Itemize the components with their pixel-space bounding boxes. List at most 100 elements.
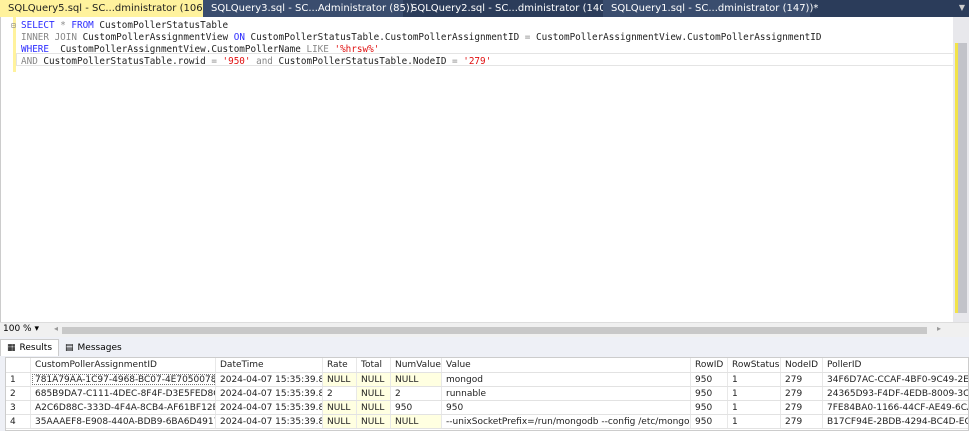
grid-cell[interactable]: B17CF94E-2BDB-4294-BC4D-EC03F0 xyxy=(823,415,968,428)
results-tabs: ▦ Results ▤ Messages xyxy=(0,339,128,356)
grid-cell[interactable]: NULL xyxy=(323,373,357,386)
grid-cell[interactable]: 950 xyxy=(691,415,728,428)
grid-cell[interactable]: 1 xyxy=(728,415,781,428)
table-row[interactable]: 1 781A79AA-1C97-4968-BC07-4E7050078E31 202… xyxy=(6,373,968,387)
table-row[interactable]: 435AAAEF8-E908-440A-BDB9-6BA6D4917214202… xyxy=(6,415,968,429)
vertical-scrollbar[interactable] xyxy=(953,17,969,322)
grid-cell[interactable]: 279 xyxy=(781,373,823,386)
column-header[interactable]: Rate xyxy=(323,358,357,372)
grid-cell[interactable]: 2 xyxy=(6,387,31,400)
grid-cell[interactable]: 950 xyxy=(691,401,728,414)
column-header[interactable] xyxy=(6,358,31,372)
tab-sqlquery3[interactable]: SQLQuery3.sql - SC...Administrator (85)) xyxy=(203,0,414,17)
grid-cell[interactable]: 685B9DA7-C111-4DEC-8F4F-D3E5FED8C175 xyxy=(31,387,216,400)
grid-cell[interactable]: 34F6D7AC-CCAF-4BF0-9C49-2ED195 xyxy=(823,373,968,386)
grid-cell[interactable]: 279 xyxy=(781,415,823,428)
grid-cell[interactable]: 3 xyxy=(6,401,31,414)
grid-cell[interactable]: A2C6D88C-333D-4F4A-8CB4-AF61BF12E84F xyxy=(31,401,216,414)
grid-cell[interactable]: 2024-04-07 15:35:39.890 xyxy=(216,415,323,428)
zoom-select[interactable]: 100 % ▾ xyxy=(3,324,51,334)
tab-sqlquery5[interactable]: SQLQuery5.sql - SC...dministrator (106))… xyxy=(0,0,235,17)
grid-cell[interactable]: --unixSocketPrefix=/run/mongodb --config… xyxy=(442,415,691,428)
code-token: FROM xyxy=(71,20,94,31)
code-line[interactable]: ⊟ SELECT * FROM CustomPollerStatusTable xyxy=(11,20,229,32)
code-token: AND xyxy=(21,56,38,67)
column-header[interactable]: Total xyxy=(357,358,391,372)
scroll-thumb[interactable] xyxy=(955,43,967,313)
code-token: CustomPollerStatusTable.CustomPollerAssi… xyxy=(244,32,525,43)
grid-cell[interactable]: 2 xyxy=(391,387,442,400)
grid-cell[interactable]: mongod xyxy=(442,373,691,386)
grid-cell[interactable]: 2024-04-07 15:35:39.890 xyxy=(216,387,323,400)
code-token: LIKE xyxy=(306,44,335,55)
tab-sqlquery1[interactable]: SQLQuery1.sql - SC...dministrator (147))… xyxy=(603,0,818,17)
grid-cell[interactable]: 24365D93-F4DF-4EDB-8009-3CCD20 xyxy=(823,387,968,400)
grid-cell[interactable]: NULL xyxy=(391,373,442,386)
grid-cell[interactable]: NULL xyxy=(391,415,442,428)
code-token: * xyxy=(54,20,72,31)
grid-cell[interactable]: 950 xyxy=(442,401,691,414)
code-line[interactable]: AND CustomPollerStatusTable.rowid = '950… xyxy=(21,56,491,68)
code-token: CustomPollerAssignmentView.CustomPollerN… xyxy=(49,44,307,55)
table-row[interactable]: 3 A2C6D88C-333D-4F4A-8CB4-AF61BF12E84F 202… xyxy=(6,401,968,415)
grid-cell[interactable]: NULL xyxy=(357,373,391,386)
tab-messages[interactable]: ▤ Messages xyxy=(59,339,128,356)
tab-results[interactable]: ▦ Results xyxy=(0,339,60,356)
tab-sqlquery2[interactable]: SQLQuery2.sql - SC...dministrator (140))… xyxy=(403,0,618,17)
grid-cell[interactable]: 4 xyxy=(6,415,31,428)
grid-cell[interactable]: NULL xyxy=(357,415,391,428)
grid-cell[interactable]: NULL xyxy=(323,415,357,428)
grid-cell[interactable]: NULL xyxy=(323,401,357,414)
grid-cell[interactable]: NULL xyxy=(357,401,391,414)
grid-cell[interactable]: 950 xyxy=(691,387,728,400)
grid-cell[interactable]: NULL xyxy=(357,387,391,400)
column-header[interactable]: CustomPollerAssignmentID xyxy=(31,358,216,372)
column-header[interactable]: NodeID xyxy=(781,358,823,372)
grid-cell[interactable]: 2024-04-07 15:35:39.890 xyxy=(216,373,323,386)
code-line[interactable]: INNER JOIN CustomPollerAssignmentView ON… xyxy=(21,32,821,44)
grid-cell[interactable]: 1 xyxy=(728,387,781,400)
table-row[interactable]: 2685B9DA7-C111-4DEC-8F4F-D3E5FED8C175202… xyxy=(6,387,968,401)
code-token: CustomPollerAssignmentView xyxy=(76,32,234,43)
grid-cell[interactable]: 279 xyxy=(781,401,823,414)
query-editor[interactable]: ⊟ SELECT * FROM CustomPollerStatusTable IN… xyxy=(0,17,954,322)
tab-label: SQLQuery5.sql - SC...dministrator (106))… xyxy=(8,3,216,14)
column-header[interactable]: RowID xyxy=(691,358,728,372)
tab-label: Results xyxy=(19,343,53,353)
grid-header: CustomPollerAssignmentID DateTime Rate Tota… xyxy=(6,358,968,373)
grid-cell[interactable]: 2024-04-07 15:35:39.890 xyxy=(216,401,323,414)
grid-cell[interactable]: 2 xyxy=(323,387,357,400)
grid-cell[interactable]: 950 xyxy=(391,401,442,414)
column-header[interactable]: PollerID xyxy=(823,358,968,372)
code-token: CustomPollerStatusTable.rowid xyxy=(37,56,212,67)
grid-cell[interactable]: 1 xyxy=(728,401,781,414)
grid-cell[interactable]: 35AAAEF8-E908-440A-BDB9-6BA6D4917214 xyxy=(31,415,216,428)
grid-cell[interactable]: 7FE84BA0-1166-44CF-AE49-6CAA0B xyxy=(823,401,968,414)
results-grid[interactable]: CustomPollerAssignmentID DateTime Rate Tota… xyxy=(5,357,969,431)
messages-icon: ▤ xyxy=(65,342,74,353)
scroll-left-icon[interactable]: ◂ xyxy=(54,324,58,333)
grid-cell[interactable]: 781A79AA-1C97-4968-BC07-4E7050078E31 xyxy=(31,373,216,386)
code-token: '279' xyxy=(457,56,492,67)
column-header[interactable]: NumValue xyxy=(391,358,442,372)
collapse-icon[interactable]: ⊟ xyxy=(11,20,16,32)
column-header[interactable]: Value xyxy=(442,358,691,372)
code-line[interactable]: WHERE CustomPollerAssignmentView.CustomP… xyxy=(21,44,379,56)
code-token: ON xyxy=(233,32,245,43)
grid-cell[interactable]: 1 xyxy=(6,373,31,386)
grid-cell[interactable]: runnable xyxy=(442,387,691,400)
scroll-right-icon[interactable]: ▸ xyxy=(937,324,941,333)
grid-cell[interactable]: 950 xyxy=(691,373,728,386)
code-token: WHERE xyxy=(21,44,49,55)
zoom-value: 100 % xyxy=(3,324,32,334)
code-token: SELECT xyxy=(21,20,55,31)
column-header[interactable]: DateTime xyxy=(216,358,323,372)
tab-dropdown-icon[interactable]: ▼ xyxy=(959,3,965,12)
grid-cell[interactable]: 1 xyxy=(728,373,781,386)
code-token: INNER JOIN xyxy=(21,32,77,43)
code-token: CustomPollerStatusTable xyxy=(93,20,229,31)
grid-cell[interactable]: 279 xyxy=(781,387,823,400)
column-header[interactable]: RowStatus xyxy=(728,358,781,372)
code-token: CustomPollerAssignmentView.CustomPollerA… xyxy=(530,32,822,43)
horizontal-scrollbar[interactable] xyxy=(62,327,927,334)
